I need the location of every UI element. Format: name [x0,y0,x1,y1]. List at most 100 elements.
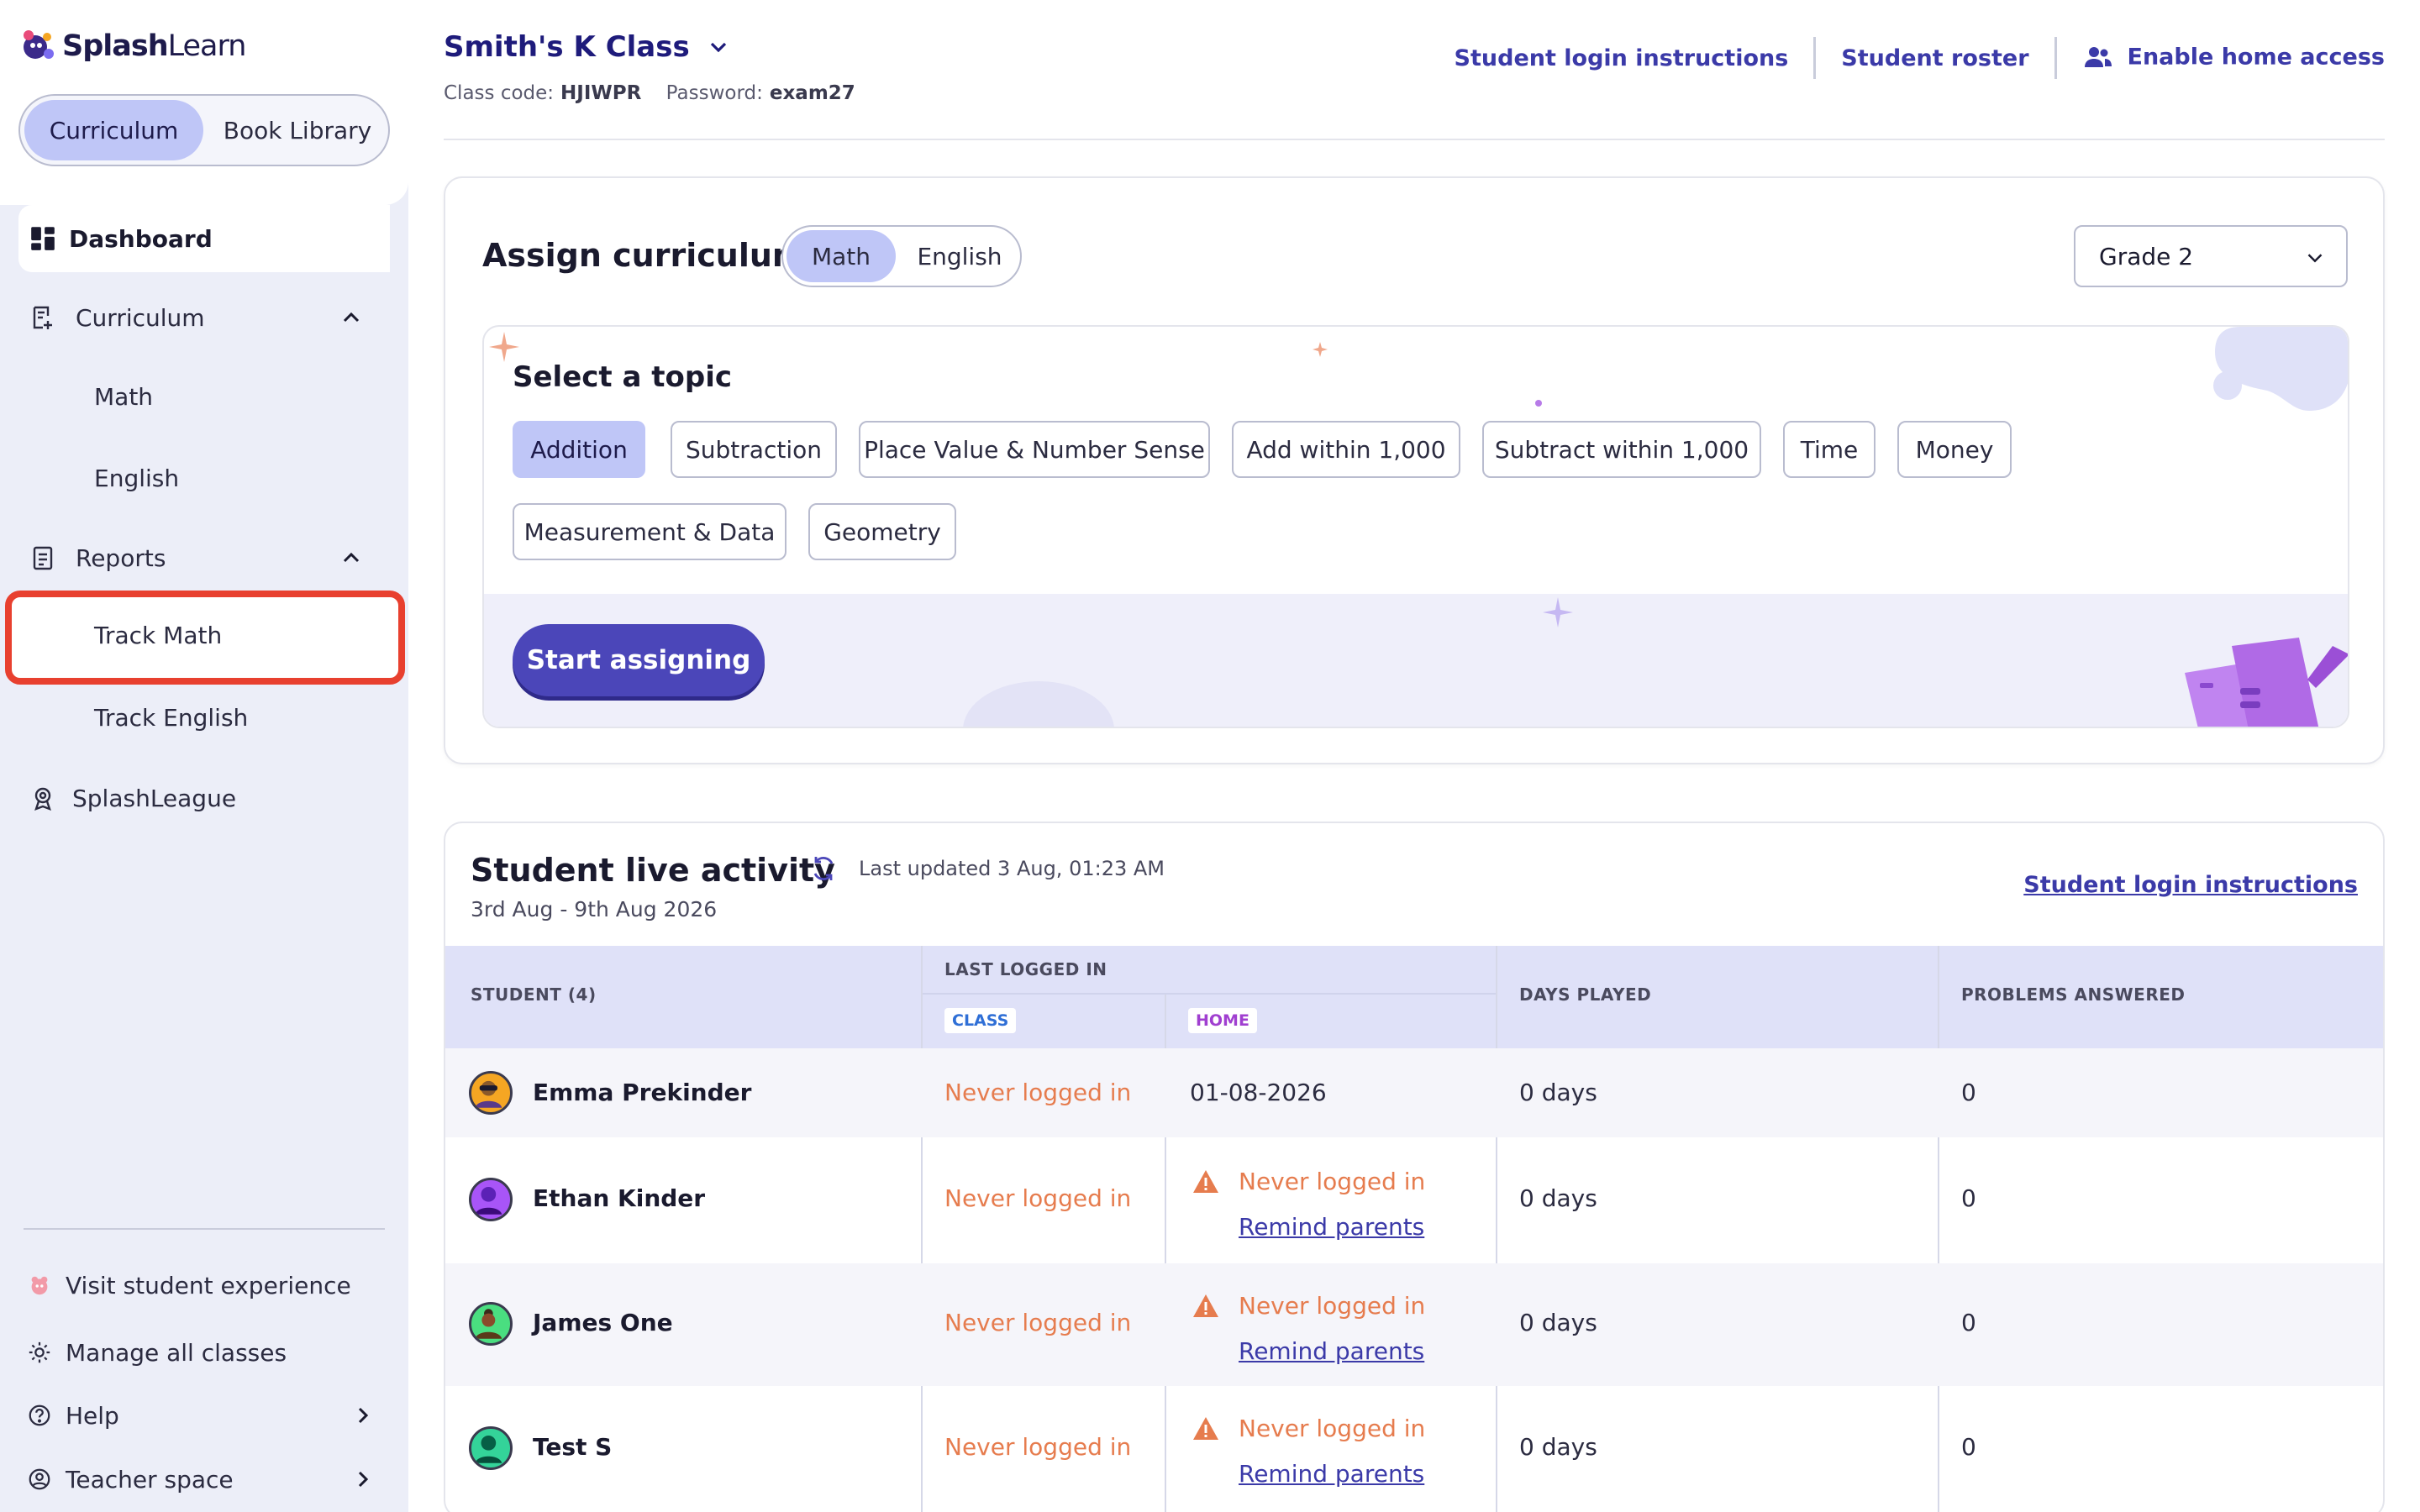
app-root: SplashLearn Curriculum Book Library Dash… [0,0,2420,1512]
header-divider [444,139,2385,140]
sparkle-icon [1313,342,1328,357]
sidebar-item-dashboard[interactable]: Dashboard [18,205,390,272]
manage-label: Manage all classes [66,1338,287,1367]
remind-parents-link[interactable]: Remind parents [1239,1337,1424,1365]
table-row[interactable]: Ethan Kinder Never logged in Never logge… [445,1137,2383,1263]
topic-chip-time[interactable]: Time [1783,421,1876,478]
class-selector[interactable]: Smith's K Class [444,30,732,64]
library-toggle: Curriculum Book Library [18,94,390,166]
sidebar-item-curriculum[interactable]: Curriculum [18,284,390,351]
table-row[interactable]: James One Never logged in Never logged i… [445,1263,2383,1386]
table-row[interactable]: Test S Never logged in Never logged in R… [445,1386,2383,1512]
student-login-instructions-link[interactable]: Student login instructions [1455,45,1789,71]
warning-icon [1193,1417,1218,1440]
home-login-date: 01-08-2026 [1190,1079,1327,1106]
manage-all-classes[interactable]: Manage all classes [25,1329,387,1376]
avatar [469,1302,513,1346]
problems-answered: 0 [1961,1079,1976,1106]
chevron-up-icon[interactable] [338,544,365,571]
home-login-status: Never logged in [1239,1292,1426,1320]
book-library-tab[interactable]: Book Library [213,100,381,160]
teacher-label: Teacher space [66,1465,234,1494]
sparkle-icon [1543,597,1573,627]
student-roster-link[interactable]: Student roster [1841,45,2028,71]
class-name: Smith's K Class [444,30,690,64]
student-experience-icon [25,1271,54,1299]
dashboard-label: Dashboard [69,224,213,253]
subject-tab-english[interactable]: English [901,230,1018,282]
topic-chip-add-within-1000[interactable]: Add within 1,000 [1232,421,1460,478]
sidebar: SplashLearn Curriculum Book Library Dash… [0,0,408,1512]
warning-icon [1193,1294,1218,1317]
sidebar-item-track-math[interactable]: Track Math [94,622,222,649]
col-last-logged-in: LAST LOGGED IN [944,959,1107,979]
class-login-status: Never logged in [944,1184,1132,1212]
sidebar-item-math[interactable]: Math [94,383,153,411]
topic-chip-measurement[interactable]: Measurement & Data [513,503,786,560]
days-played: 0 days [1519,1309,1597,1336]
sidebar-item-reports[interactable]: Reports [18,524,390,591]
dashboard-icon [31,227,55,250]
class-credentials: Class code: HJIWPR Password: exam27 [444,82,874,104]
select-topic-title: Select a topic [513,360,733,394]
topic-chip-subtraction[interactable]: Subtraction [671,421,837,478]
live-activity-title: Student live activity [471,852,835,889]
topic-chip-money[interactable]: Money [1897,421,2012,478]
grade-value: Grade 2 [2099,242,2194,270]
header-link-separator [2054,37,2057,79]
start-assigning-button[interactable]: Start assigning [513,624,765,696]
student-name: James One [533,1309,673,1336]
class-code-label: Class code: [444,82,555,104]
dot-decoration-icon [1535,400,1542,407]
class-login-status: Never logged in [944,1309,1132,1336]
refresh-icon[interactable] [808,853,839,884]
book-illustration-icon [2185,638,2348,727]
topic-chip-addition[interactable]: Addition [513,421,645,478]
reports-icon [29,543,57,572]
assign-curriculum-card: Assign curriculum Math English Grade 2 S… [444,176,2385,764]
help-icon [25,1401,54,1430]
topic-chip-geometry[interactable]: Geometry [808,503,956,560]
date-range-text: 3rd Aug - 9th Aug 2026 [471,897,718,921]
table-row[interactable]: Emma Prekinder Never logged in 01-08-202… [445,1048,2383,1137]
trophy-icon [29,784,57,812]
days-played: 0 days [1519,1433,1597,1461]
visit-student-experience[interactable]: Visit student experience [25,1262,387,1309]
chevron-down-icon [710,42,726,53]
problems-answered: 0 [1961,1309,1976,1336]
student-name: Emma Prekinder [533,1079,752,1106]
topic-chip-place-value[interactable]: Place Value & Number Sense [859,421,1210,478]
logo-text-bold: Splash [62,29,169,63]
enable-home-access-link[interactable]: Enable home access [2082,42,2385,74]
subject-tab-math[interactable]: Math [786,230,896,282]
col-days-played: DAYS PLAYED [1519,984,1652,1005]
sidebar-divider [24,1228,385,1230]
student-login-instructions-link-2[interactable]: Student login instructions [2023,872,2358,898]
remind-parents-link[interactable]: Remind parents [1239,1460,1424,1488]
chevron-up-icon[interactable] [338,304,365,331]
warning-icon [1193,1170,1218,1193]
sidebar-item-track-english[interactable]: Track English [94,704,248,732]
col-class-tag: CLASS [944,1008,1017,1033]
class-code: HJIWPR [560,82,642,104]
logo[interactable]: SplashLearn [18,25,247,67]
remind-parents-link[interactable]: Remind parents [1239,1213,1424,1241]
splashleague-label: SplashLeague [72,784,237,812]
topic-chip-subtract-within-1000[interactable]: Subtract within 1,000 [1482,421,1761,478]
curriculum-tab[interactable]: Curriculum [24,100,203,160]
grade-select[interactable]: Grade 2 [2074,225,2348,287]
curriculum-icon [29,303,57,332]
enable-home-access-label: Enable home access [2127,44,2385,71]
sidebar-item-splashleague[interactable]: SplashLeague [22,764,393,832]
logo-text-light: Learn [167,29,247,63]
student-name: Ethan Kinder [533,1184,706,1212]
avatar [469,1426,513,1470]
help-menu[interactable]: Help [25,1392,387,1439]
blob-decoration-icon [2213,327,2348,411]
teacher-space-menu[interactable]: Teacher space [25,1456,387,1503]
days-played: 0 days [1519,1079,1597,1106]
class-login-status: Never logged in [944,1079,1132,1106]
sidebar-item-english[interactable]: English [94,465,179,492]
days-played: 0 days [1519,1184,1597,1212]
chevron-down-icon [2307,254,2323,263]
